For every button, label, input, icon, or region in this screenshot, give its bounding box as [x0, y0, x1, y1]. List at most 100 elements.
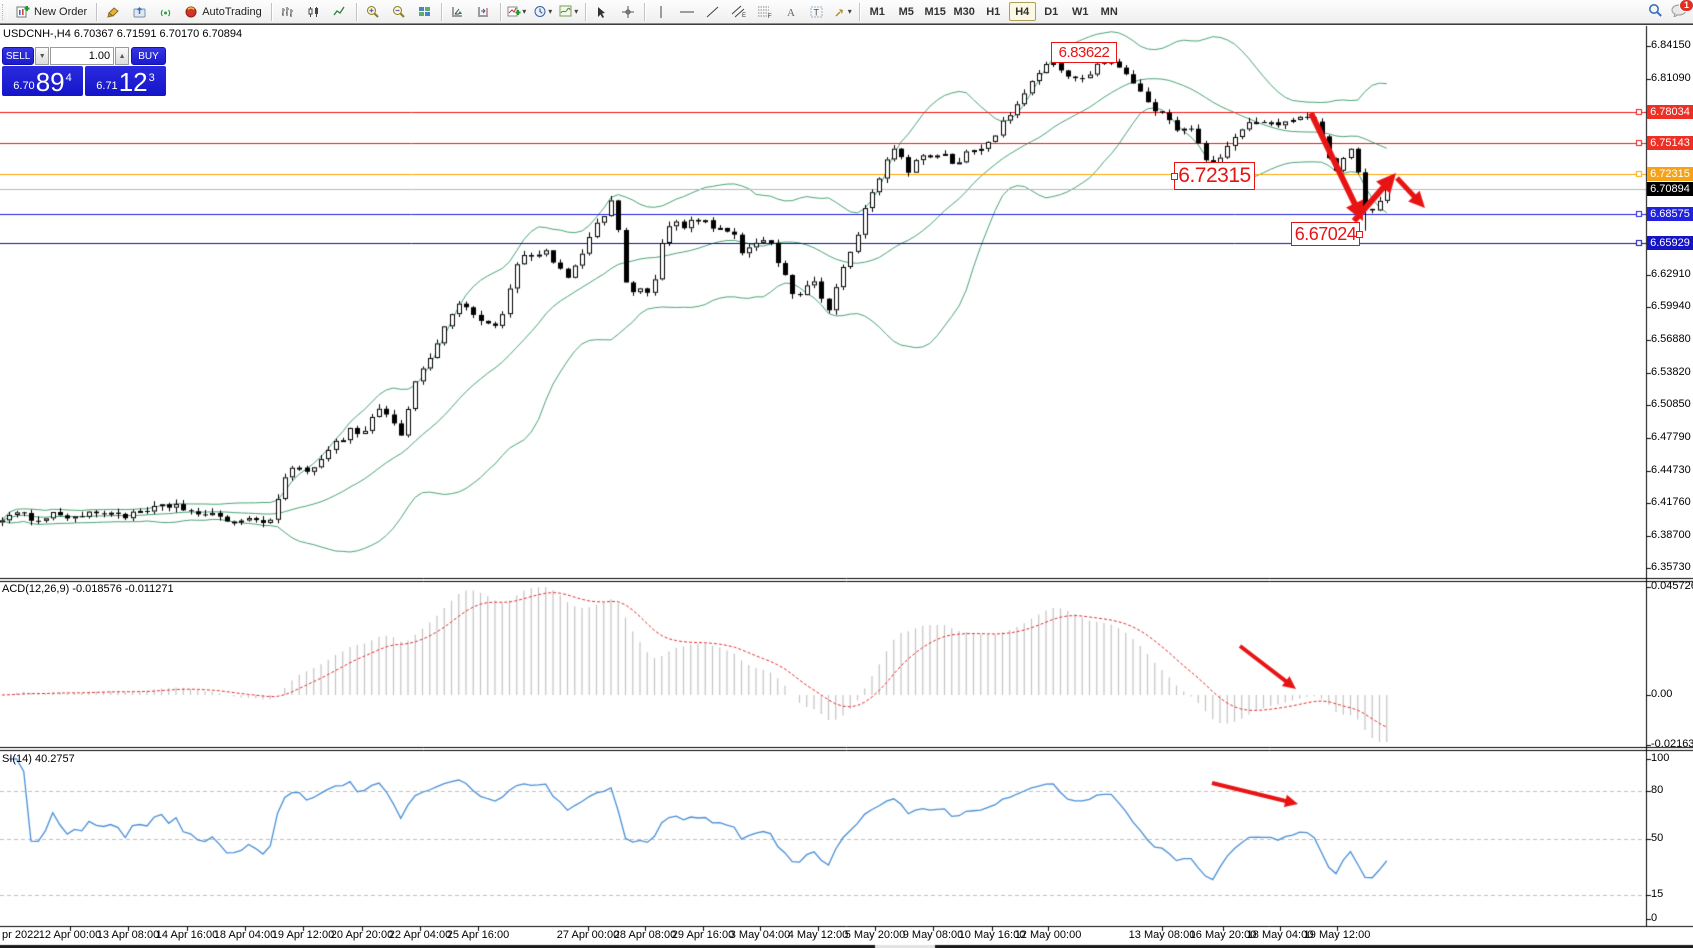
zoom-out-button[interactable]	[386, 1, 412, 22]
svg-text:A: A	[787, 7, 795, 18]
timeframe-button-mn[interactable]: MN	[1096, 2, 1123, 21]
vertical-line-tool-button[interactable]	[648, 1, 674, 22]
timeframe-toolbar: M1M5M15M30H1H4D1W1MN	[863, 2, 1124, 21]
arrows-tool-button[interactable]: ▾	[830, 1, 856, 22]
autotrading-button[interactable]: AutoTrading	[178, 1, 268, 22]
periods-button[interactable]: ▾	[530, 1, 556, 22]
price-level-badge: 6.72315	[1647, 167, 1693, 181]
buy-price-base: 6.71	[96, 80, 117, 92]
toolbar-separator	[441, 3, 442, 21]
sell-price-base: 6.70	[13, 80, 34, 92]
svg-text:T: T	[814, 7, 820, 17]
timeframe-button-m15[interactable]: M15	[922, 2, 949, 21]
rsi-axis-tick: 80	[1651, 784, 1663, 796]
price-axis-tick: 6.38700	[1651, 529, 1691, 541]
new-order-button[interactable]: New Order	[10, 1, 93, 22]
macd-axis-tick: 0.045726	[1651, 580, 1693, 592]
toolbar-separator	[859, 3, 860, 21]
price-annotation-label[interactable]: 6.67024	[1291, 222, 1360, 246]
macd-indicator-label: ACD(12,26,9) -0.018576 -0.011271	[2, 583, 174, 595]
price-annotation-label[interactable]: 6.83622	[1051, 42, 1117, 63]
price-axis-tick: 6.59940	[1651, 300, 1691, 312]
volume-input[interactable]	[50, 47, 114, 65]
price-chart-canvas[interactable]	[0, 25, 1693, 948]
templates-button[interactable]: ▾	[556, 1, 582, 22]
timeframe-button-d1[interactable]: D1	[1038, 2, 1065, 21]
indicators-button[interactable]: ▾	[504, 1, 530, 22]
price-axis-tick: 6.50850	[1651, 398, 1691, 410]
publish-chart-button[interactable]	[126, 1, 152, 22]
text-tool-button[interactable]: A	[778, 1, 804, 22]
toolbar-separator	[356, 3, 357, 21]
time-axis-label: 25 Apr 16:00	[447, 929, 509, 941]
sell-price-fraction: 4	[66, 72, 72, 84]
zoom-in-button[interactable]	[360, 1, 386, 22]
cursor-tool-button[interactable]	[589, 1, 615, 22]
time-axis-label: 27 Apr 00:00	[557, 929, 619, 941]
sell-price-pips: 89	[36, 69, 65, 95]
autotrading-label: AutoTrading	[202, 6, 262, 18]
crosshair-tool-button[interactable]	[615, 1, 641, 22]
chart-window: USDCNH-,H4 6.70367 6.71591 6.70170 6.708…	[0, 24, 1693, 948]
rsi-axis-tick: 100	[1651, 752, 1669, 764]
time-axis-label: 18 Apr 04:00	[214, 929, 276, 941]
timeframe-button-h1[interactable]: H1	[980, 2, 1007, 21]
price-annotation-label[interactable]: 6.72315	[1174, 162, 1255, 190]
toolbar-separator	[585, 3, 586, 21]
time-axis-label: 20 Apr 20:00	[331, 929, 393, 941]
toolbar-separator	[644, 3, 645, 21]
channel-tool-button[interactable]: E	[726, 1, 752, 22]
new-order-icon	[16, 5, 30, 18]
time-axis-label: 12 May 00:00	[1015, 929, 1082, 941]
sell-button[interactable]: SELL	[2, 47, 34, 65]
sell-price-display[interactable]: 6.70 89 4	[2, 66, 83, 96]
price-level-badge: 6.70894	[1647, 182, 1693, 196]
svg-text:F: F	[768, 14, 772, 18]
trendline-tool-button[interactable]	[700, 1, 726, 22]
time-axis-label: 14 Apr 16:00	[156, 929, 218, 941]
time-axis-label: 19 Apr 12:00	[272, 929, 334, 941]
tile-windows-button[interactable]	[412, 1, 438, 22]
candlestick-chart-button[interactable]	[301, 1, 327, 22]
annotation-handle[interactable]	[1356, 231, 1363, 238]
horizontal-line-tool-button[interactable]	[674, 1, 700, 22]
macd-axis-tick: 0.00	[1651, 688, 1672, 700]
search-icon[interactable]	[1648, 3, 1663, 20]
price-axis-tick: 6.44730	[1651, 464, 1691, 476]
text-label-tool-button[interactable]: T	[804, 1, 830, 22]
auto-scroll-button[interactable]	[445, 1, 471, 22]
rsi-axis-tick: 15	[1651, 888, 1663, 900]
time-axis-label: 12 Apr 00:00	[39, 929, 101, 941]
chart-shift-button[interactable]	[471, 1, 497, 22]
toolbar-separator	[500, 3, 501, 21]
timeframe-button-m1[interactable]: M1	[864, 2, 891, 21]
horizontal-scrollbar[interactable]	[0, 941, 1693, 948]
price-level-badge: 6.78034	[1647, 105, 1693, 119]
line-chart-button[interactable]	[327, 1, 353, 22]
price-axis-tick: 6.47790	[1651, 431, 1691, 443]
volume-down-button[interactable]: ▼	[35, 47, 49, 65]
timeframe-button-w1[interactable]: W1	[1067, 2, 1094, 21]
timeframe-button-h4[interactable]: H4	[1009, 2, 1036, 21]
price-axis-tick: 6.35730	[1651, 561, 1691, 573]
styler-button[interactable]	[100, 1, 126, 22]
timeframe-button-m5[interactable]: M5	[893, 2, 920, 21]
notifications-button[interactable]: 1	[1671, 4, 1687, 20]
time-axis-label: 5 May 20:00	[845, 929, 906, 941]
time-axis-label: 13 Apr 08:00	[97, 929, 159, 941]
mt4-terminal: New Order AutoTrading	[0, 0, 1693, 948]
buy-price-display[interactable]: 6.71 12 3	[85, 66, 166, 96]
price-axis-tick: 6.41760	[1651, 496, 1691, 508]
fibonacci-tool-button[interactable]: F	[752, 1, 778, 22]
timeframe-button-m30[interactable]: M30	[951, 2, 978, 21]
main-toolbar: New Order AutoTrading	[0, 0, 1693, 24]
rsi-axis-tick: 0	[1651, 912, 1657, 924]
volume-up-button[interactable]: ▲	[115, 47, 129, 65]
indicators-caret: ▾	[522, 7, 526, 16]
signals-button[interactable]	[152, 1, 178, 22]
bar-chart-button[interactable]	[275, 1, 301, 22]
toolbar-separator	[96, 3, 97, 21]
annotation-handle[interactable]	[1171, 173, 1178, 180]
macd-axis-tick: -0.021639	[1651, 738, 1693, 750]
buy-button[interactable]: BUY	[131, 47, 166, 65]
